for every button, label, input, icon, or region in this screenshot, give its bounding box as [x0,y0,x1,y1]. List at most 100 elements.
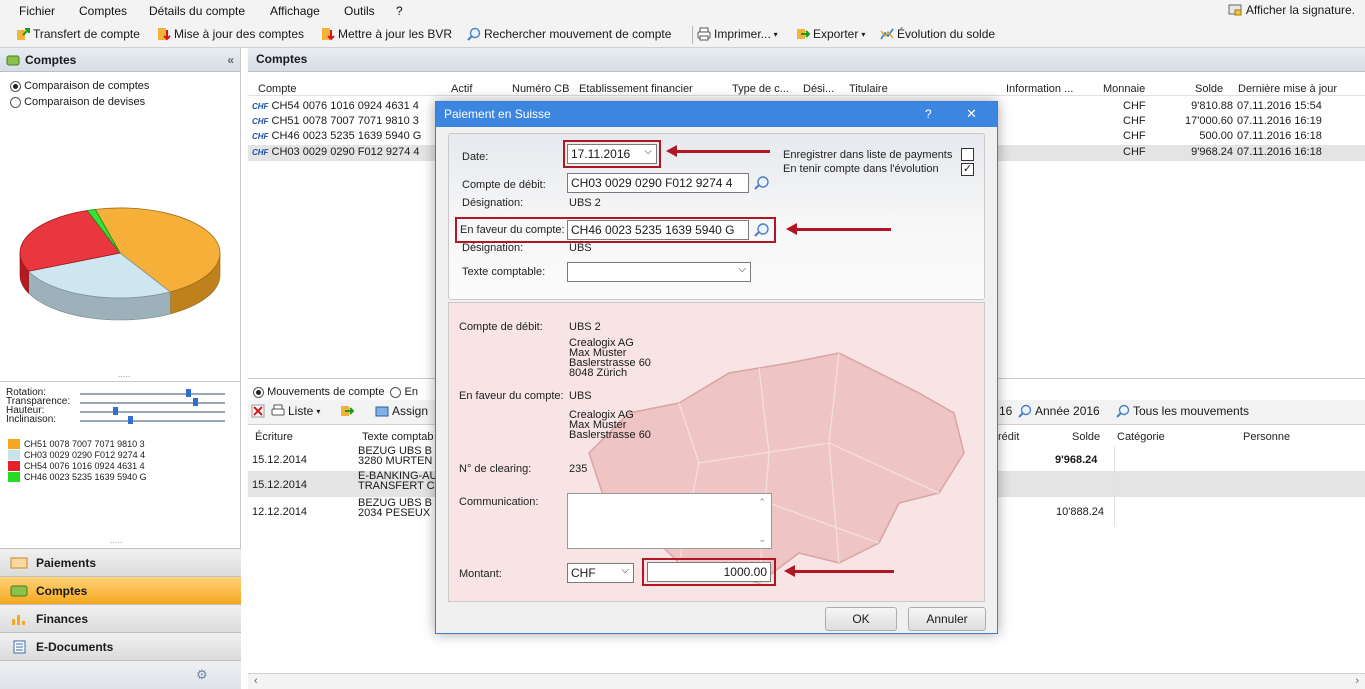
movements-radio[interactable]: Mouvements de compte [253,386,384,398]
legend-swatch [8,460,20,471]
summary-debit-label: Compte de débit: [459,321,543,333]
col-numero-cb[interactable]: Numéro CB [512,83,569,95]
transfer-button[interactable]: Transfert de compte [16,27,140,41]
inclination-slider-thumb[interactable] [128,416,133,424]
height-slider-thumb[interactable] [113,407,118,415]
col-type[interactable]: Type de c... [732,83,789,95]
delete-button[interactable] [251,404,265,418]
clearing-value: 235 [569,463,588,475]
debit-account-field[interactable]: CH03 0029 0290 F012 9274 4 [567,173,749,193]
table-row[interactable]: CHF CH51 0078 7007 7071 9810 3 [252,115,419,127]
collapse-icon[interactable]: « [227,53,234,67]
compare-accounts-label: Comparaison de comptes [24,80,150,92]
year-filter-button[interactable]: Année 2016 [1018,404,1100,418]
table-row[interactable]: CHF CH03 0029 0290 F012 9274 4 [252,146,420,158]
col-designation[interactable]: Dési... [803,83,834,95]
period-prev[interactable]: 16 [999,404,1012,418]
legend-item: CH46 0023 5235 1639 5940 G [8,471,233,482]
scroll-up-icon[interactable]: ⌃ [758,497,766,508]
updated-cell: 07.11.2016 16:19 [1237,115,1322,127]
splitter-grip[interactable]: ..... [110,535,123,545]
compare-accounts-option[interactable]: Comparaison de comptes [10,80,230,92]
inclination-slider[interactable] [80,420,225,422]
transparency-slider-thumb[interactable] [193,398,198,406]
scroll-left-icon[interactable]: ‹ [254,675,258,687]
col-actif[interactable]: Actif [451,83,472,95]
col-ecriture[interactable]: Écriture [255,431,293,443]
nav-e-documents[interactable]: E-Documents [0,632,241,660]
red-arrow-line [796,228,891,231]
col-compte[interactable]: Compte [258,83,297,95]
col-categorie[interactable]: Catégorie [1117,431,1165,443]
col-etablissement[interactable]: Etablissement financier [579,83,693,95]
ok-button[interactable]: OK [825,607,897,631]
transfer-label: Transfert de compte [33,27,140,41]
compare-currencies-option[interactable]: Comparaison de devises [10,96,230,108]
close-icon[interactable]: ✕ [966,106,977,122]
update-bvr-button[interactable]: Mettre à jour les BVR [321,27,452,41]
other-radio[interactable]: En [390,386,418,398]
list-button[interactable]: Liste ▾ [271,404,320,418]
amount-value: 1000.00 [723,565,767,579]
radio-icon [10,96,21,108]
col-solde[interactable]: Solde [1195,83,1223,95]
col-texte-comptable[interactable]: Texte comptab [362,431,434,443]
nav-e-documents-label: E-Documents [36,639,114,654]
folder-icon [6,55,20,65]
year-filter-label: Année 2016 [1035,404,1100,418]
currency-select[interactable]: CHF ⌵ [567,563,634,583]
nav-paiements[interactable]: Paiements [0,548,241,576]
help-button[interactable]: ? [925,107,932,121]
search-icon[interactable] [754,175,770,191]
credit-account-field[interactable]: CH46 0023 5235 1639 5940 G [567,220,749,240]
splitter-grip[interactable]: ..... [118,369,131,379]
consider-evolution-checkbox[interactable]: ✓ [961,163,974,176]
menu-comptes[interactable]: Comptes [79,4,127,18]
col-information[interactable]: Information ... [1006,83,1073,95]
height-slider[interactable] [80,411,225,413]
rotation-slider-thumb[interactable] [186,389,191,397]
col-derniere-maj[interactable]: Dernière mise à jour [1238,83,1337,95]
menu-affichage[interactable]: Affichage [270,4,320,18]
export-movements-button[interactable] [340,404,354,421]
transparency-slider[interactable] [80,402,225,404]
date-picker[interactable]: 17.11.2016 ⌵ [567,144,657,164]
consider-evolution-label: En tenir compte dans l'évolution [783,163,939,175]
rotation-slider[interactable] [80,393,225,395]
assign-button[interactable]: Assign [375,404,428,418]
col-solde-mvt[interactable]: Solde [1072,431,1100,443]
col-credit[interactable]: rédit [998,431,1019,443]
nav-finances[interactable]: Finances [0,604,241,632]
scroll-right-icon[interactable]: › [1355,675,1359,687]
menu-fichier[interactable]: Fichier [19,4,55,18]
chevron-down-icon: ▾ [773,29,778,39]
horizontal-scrollbar[interactable]: ‹ › [248,673,1365,689]
chevron-down-icon: ▾ [861,29,866,39]
menu-outils[interactable]: Outils [344,4,375,18]
amount-input[interactable]: 1000.00 [647,562,771,582]
scroll-down-icon[interactable]: ⌄ [758,534,766,545]
col-titulaire[interactable]: Titulaire [849,83,888,95]
search-movement-button[interactable]: Rechercher mouvement de compte [467,27,671,41]
gear-icon[interactable]: ⚙ [196,667,208,683]
update-accounts-button[interactable]: Mise à jour des comptes [157,27,304,41]
nav-paiements-label: Paiements [36,555,97,570]
col-personne[interactable]: Personne [1243,431,1290,443]
all-movements-button[interactable]: Tous les mouvements [1116,404,1249,418]
menu-details-compte[interactable]: Détails du compte [149,4,245,18]
menu-help[interactable]: ? [396,4,403,18]
show-signature-button[interactable]: Afficher la signature. [1228,3,1355,17]
cancel-button[interactable]: Annuler [908,607,986,631]
balance-evolution-button[interactable]: Évolution du solde [880,27,995,41]
col-monnaie[interactable]: Monnaie [1103,83,1145,95]
nav-comptes[interactable]: Comptes [0,576,241,604]
export-button[interactable]: Exporter ▾ [796,27,865,41]
save-in-list-checkbox[interactable] [961,148,974,161]
communication-textarea[interactable]: ⌃ ⌄ [567,493,772,549]
table-row[interactable]: CHF CH46 0023 5235 1639 5940 G [252,130,421,142]
table-row[interactable]: CHF CH54 0076 1016 0924 4631 4 [252,100,419,112]
booking-text-select[interactable]: ⌵ [567,262,751,282]
debit-account-value: CH03 0029 0290 F012 9274 4 [571,176,733,190]
print-button[interactable]: Imprimer... ▾ [697,27,778,41]
search-icon[interactable] [754,222,770,238]
